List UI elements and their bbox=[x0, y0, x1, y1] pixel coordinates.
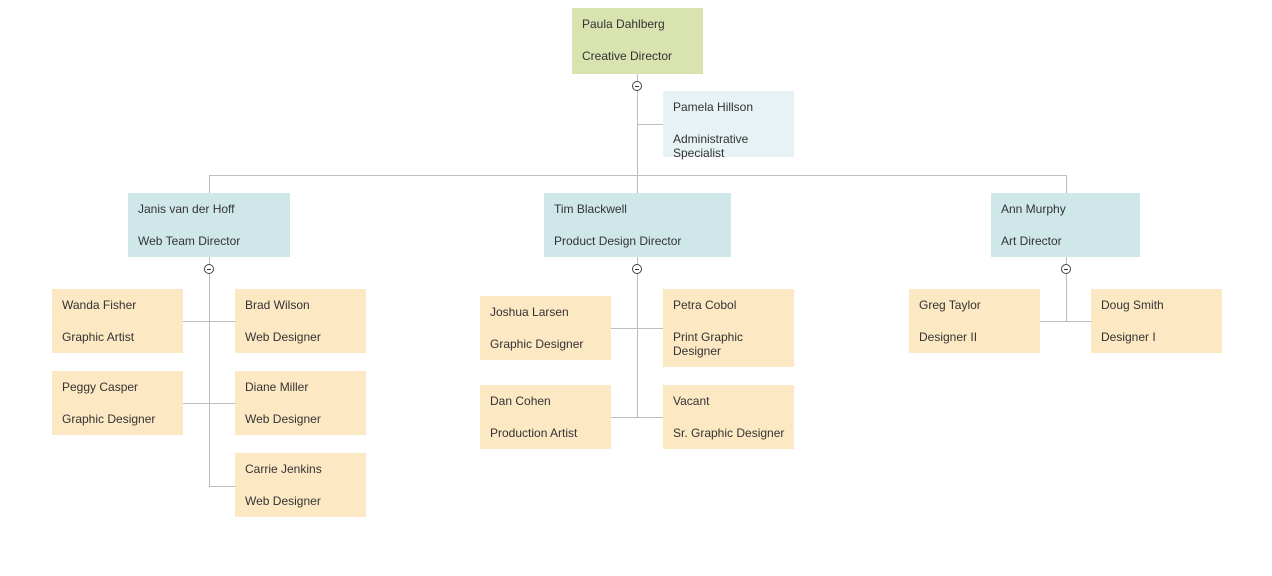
connector bbox=[611, 417, 663, 418]
connector bbox=[183, 321, 235, 322]
node-staff[interactable]: Diane Miller Web Designer bbox=[235, 371, 366, 435]
node-name: Ann Murphy bbox=[1001, 202, 1066, 216]
node-title: Web Designer bbox=[245, 412, 321, 426]
node-name: Peggy Casper bbox=[62, 380, 139, 394]
node-staff[interactable]: Carrie Jenkins Web Designer bbox=[235, 453, 366, 517]
node-staff[interactable]: Vacant Sr. Graphic Designer bbox=[663, 385, 794, 449]
node-name: Greg Taylor bbox=[919, 298, 981, 312]
node-staff[interactable]: Peggy Casper Graphic Designer bbox=[52, 371, 183, 435]
collapse-minus-circle-icon[interactable] bbox=[632, 81, 642, 91]
node-title: Product Design Director bbox=[554, 234, 682, 248]
connector bbox=[637, 124, 663, 125]
node-title: Print Graphic Designer bbox=[673, 330, 744, 358]
connector bbox=[209, 486, 235, 487]
node-name: Vacant bbox=[673, 394, 710, 408]
node-title: Creative Director bbox=[582, 49, 673, 63]
connector bbox=[637, 257, 638, 417]
node-title: Production Artist bbox=[490, 426, 578, 440]
node-title: Designer I bbox=[1101, 330, 1156, 344]
node-staff[interactable]: Petra Cobol Print Graphic Designer bbox=[663, 289, 794, 367]
node-title: Graphic Designer bbox=[490, 337, 584, 351]
node-title: Graphic Designer bbox=[62, 412, 156, 426]
node-assistant[interactable]: Pamela Hillson Administrative Specialist bbox=[663, 91, 794, 160]
node-title: Web Designer bbox=[245, 494, 321, 508]
node-name: Pamela Hillson bbox=[673, 100, 754, 114]
node-name: Tim Blackwell bbox=[554, 202, 627, 216]
collapse-minus-circle-icon[interactable] bbox=[1061, 264, 1071, 274]
node-root[interactable]: Paula Dahlberg Creative Director bbox=[572, 8, 703, 74]
node-name: Diane Miller bbox=[245, 380, 309, 394]
node-staff[interactable]: Joshua Larsen Graphic Designer bbox=[480, 296, 611, 360]
node-title: Graphic Artist bbox=[62, 330, 135, 344]
connector bbox=[209, 175, 210, 193]
node-title: Designer II bbox=[919, 330, 978, 344]
node-title: Web Team Director bbox=[138, 234, 241, 248]
connector bbox=[183, 403, 235, 404]
node-name: Joshua Larsen bbox=[490, 305, 569, 319]
node-title: Administrative Specialist bbox=[673, 132, 749, 160]
node-manager[interactable]: Tim Blackwell Product Design Director bbox=[544, 193, 731, 257]
node-manager[interactable]: Ann Murphy Art Director bbox=[991, 193, 1140, 257]
node-name: Carrie Jenkins bbox=[245, 462, 322, 476]
collapse-minus-circle-icon[interactable] bbox=[632, 264, 642, 274]
connector bbox=[209, 257, 210, 486]
node-staff[interactable]: Brad Wilson Web Designer bbox=[235, 289, 366, 353]
connector bbox=[1040, 321, 1091, 322]
node-name: Wanda Fisher bbox=[62, 298, 137, 312]
node-staff[interactable]: Wanda Fisher Graphic Artist bbox=[52, 289, 183, 353]
node-name: Paula Dahlberg bbox=[582, 17, 665, 31]
connector bbox=[1066, 175, 1067, 193]
collapse-minus-circle-icon[interactable] bbox=[204, 264, 214, 274]
node-manager[interactable]: Janis van der Hoff Web Team Director bbox=[128, 193, 290, 257]
node-title: Art Director bbox=[1001, 234, 1062, 248]
node-title: Sr. Graphic Designer bbox=[673, 426, 785, 440]
node-staff[interactable]: Dan Cohen Production Artist bbox=[480, 385, 611, 449]
node-title: Web Designer bbox=[245, 330, 321, 344]
node-name: Brad Wilson bbox=[245, 298, 310, 312]
node-name: Doug Smith bbox=[1101, 298, 1164, 312]
node-staff[interactable]: Greg Taylor Designer II bbox=[909, 289, 1040, 353]
node-name: Petra Cobol bbox=[673, 298, 737, 312]
connector bbox=[209, 175, 1067, 176]
connector bbox=[611, 328, 663, 329]
node-name: Janis van der Hoff bbox=[138, 202, 235, 216]
node-name: Dan Cohen bbox=[490, 394, 551, 408]
node-staff[interactable]: Doug Smith Designer I bbox=[1091, 289, 1222, 353]
